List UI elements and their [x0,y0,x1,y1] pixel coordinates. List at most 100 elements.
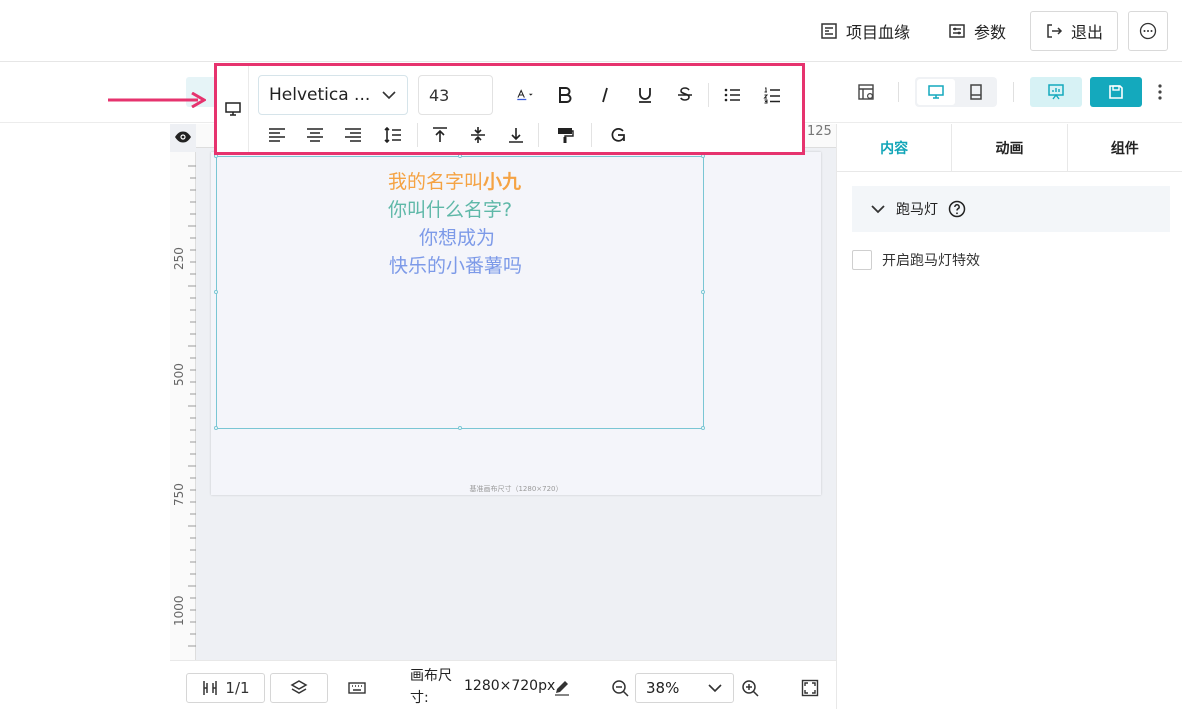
ruler-left-label: 250 [172,247,186,270]
underline-button[interactable] [625,78,665,112]
logout-icon [1047,24,1063,38]
layout-settings-button[interactable] [850,77,882,107]
divider [417,123,418,147]
divider [1013,82,1014,102]
underline-icon [639,88,651,103]
bullet-list-icon [724,88,740,102]
line-height-icon [384,126,401,144]
text-line: 我的名字叫小九 [388,167,521,194]
font-family-select[interactable]: Helvetica ... [258,75,408,115]
slide-page[interactable]: 我的名字叫小九 你叫什么名字? 你想成为 快乐的小番薯吗 基准画布尺寸（1280… [211,152,821,495]
divider [591,123,592,147]
resize-handle[interactable] [701,290,705,294]
bold-icon [559,87,572,103]
marquee-section-header[interactable]: 跑马灯 [852,186,1170,232]
more-vertical-button[interactable] [1150,77,1170,107]
toolbar-row-1: Helvetica ... 43 [258,75,792,115]
vertical-align-middle-button[interactable] [459,118,497,152]
vertical-align-bottom-button[interactable] [497,118,535,152]
zoom-select[interactable]: 38% [635,673,734,703]
numbered-list-button[interactable] [752,78,792,112]
exit-button[interactable]: 退出 [1029,11,1118,51]
properties-panel: 内容 动画 组件 跑马灯 开启跑马灯特效 [836,124,1182,709]
font-color-button[interactable] [505,78,545,112]
line-height-button[interactable] [372,118,414,152]
more-options-button[interactable] [1128,11,1168,51]
chevron-down-icon [708,684,722,693]
align-right-icon [345,128,361,142]
params-label: 参数 [973,23,1006,42]
help-icon[interactable] [948,200,966,218]
italic-icon [602,87,608,103]
exit-label: 退出 [1070,23,1103,42]
edit-pen-icon[interactable] [553,678,571,696]
toolbar-row-2 [258,118,641,152]
more-vertical-icon [1158,84,1162,100]
mobile-view-button[interactable] [957,79,995,105]
align-center-button[interactable] [296,118,334,152]
params-icon [949,24,965,38]
align-left-button[interactable] [258,118,296,152]
zoom-in-icon[interactable] [741,679,759,697]
save-button[interactable] [1090,77,1142,107]
tab-animation[interactable]: 动画 [952,124,1068,171]
align-right-button[interactable] [334,118,372,152]
zoom-out-icon[interactable] [611,679,629,697]
monitor-icon [224,102,241,116]
marquee-checkbox[interactable] [852,250,872,270]
text-line: 你叫什么名字? [388,199,513,221]
page-counter-button[interactable]: 1/1 [186,673,265,703]
font-family-value: Helvetica ... [269,85,371,105]
tab-content[interactable]: 内容 [837,124,953,171]
canvas-size-value: 1280×720px [464,678,556,694]
bold-button[interactable] [545,78,585,112]
preview-button[interactable] [1030,77,1082,107]
divider [898,82,899,102]
divider [708,83,709,107]
resize-handle[interactable] [458,426,462,430]
params-button[interactable]: 参数 [934,11,1020,51]
ruler-ticks [188,165,196,647]
desktop-view-button[interactable] [917,79,955,105]
vertical-align-top-button[interactable] [421,118,459,152]
device-toggle [915,77,997,107]
marquee-checkbox-label: 开启跑马灯特效 [882,253,980,269]
eye-icon[interactable] [174,128,192,146]
panel-tabs: 内容 动画 组件 [837,124,1182,172]
canvas-area[interactable]: 125 250 500 750 1000 我的名字叫小九 你叫什么名字? 你想成… [170,124,836,660]
strikethrough-button[interactable] [665,78,705,112]
canvas-size-label: 画布尺寸: [410,668,452,706]
tab-components[interactable]: 组件 [1068,124,1182,171]
marquee-section-title: 跑马灯 [896,202,938,218]
clear-format-button[interactable] [595,118,641,152]
align-top-icon [433,127,447,142]
clear-format-icon [611,128,625,142]
resize-handle[interactable] [214,290,218,294]
format-painter-button[interactable] [542,118,588,152]
page-counter: 1/1 [225,679,250,697]
top-bar: 项目血缘 参数 退出 [0,0,1182,62]
more-circle-icon [1139,22,1157,40]
strikethrough-icon [678,87,692,101]
font-size-input[interactable]: 43 [418,75,493,115]
format-painter-icon [558,128,574,143]
divider [538,123,539,147]
toolbar-device-toggle[interactable] [217,66,249,152]
fullscreen-icon[interactable] [801,679,819,697]
resize-handle[interactable] [214,426,218,430]
text-box[interactable]: 我的名字叫小九 你叫什么名字? 你想成为 快乐的小番薯吗 [214,154,705,430]
resize-handle[interactable] [701,426,705,430]
layers-button[interactable] [270,673,328,703]
project-lineage-button[interactable]: 项目血缘 [806,11,924,51]
presentation-icon [1048,84,1064,100]
align-bottom-icon [509,128,523,143]
ruler-top-label: 125 [807,124,832,139]
annotation-arrow [108,92,206,108]
bullet-list-button[interactable] [712,78,752,112]
keyboard-icon[interactable] [348,680,366,696]
font-color-icon [517,89,533,101]
project-lineage-label: 项目血缘 [845,23,910,42]
text-line: 快乐的小番薯吗 [389,255,523,277]
text-line: 你想成为 [419,227,496,249]
italic-button[interactable] [585,78,625,112]
